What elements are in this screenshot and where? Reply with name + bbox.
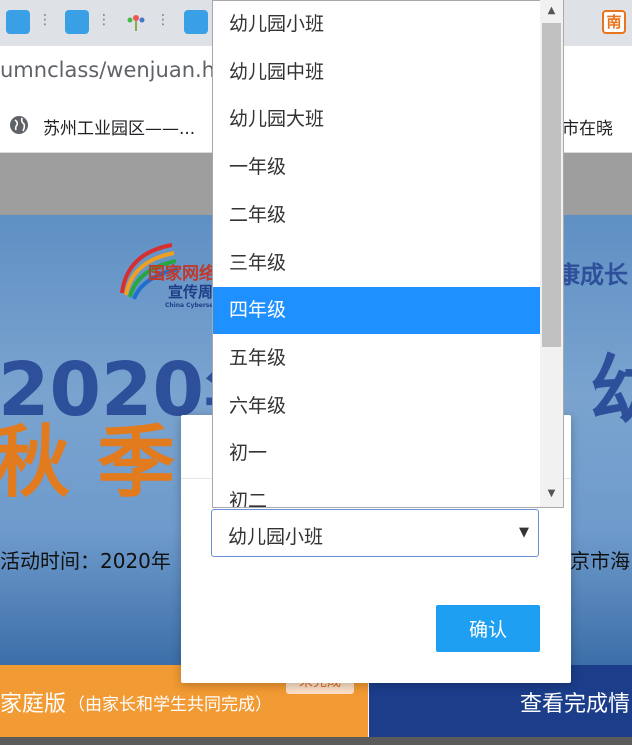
banner-health-text: 康成长 — [556, 261, 628, 289]
tab-menu-icon[interactable]: ⋮ — [38, 12, 52, 28]
banner-autumn-title: 秋 季 — [0, 418, 176, 508]
dropdown-option[interactable]: 一年级 — [213, 144, 541, 191]
tab-favicon-icon[interactable] — [65, 10, 89, 34]
dropdown-option[interactable]: 二年级 — [213, 192, 541, 239]
dropdown-option[interactable]: 四年级 — [213, 287, 541, 335]
south-tab-icon[interactable]: 南 — [602, 10, 626, 34]
scrollbar-thumb[interactable] — [542, 23, 561, 347]
tab-favicon-icon[interactable] — [184, 10, 208, 34]
scroll-up-icon[interactable]: ▲ — [540, 0, 563, 22]
dropdown-option[interactable]: 六年级 — [213, 383, 541, 430]
dropdown-option[interactable]: 三年级 — [213, 240, 541, 287]
tab-favicon-icon[interactable] — [6, 10, 30, 34]
family-edition-title: 家庭版 — [0, 692, 67, 717]
dropdown-option[interactable]: 初一 — [213, 430, 541, 477]
dropdown-option[interactable]: 幼儿园小班 — [213, 1, 541, 48]
confirm-button[interactable]: 确认 — [436, 605, 540, 652]
activity-time: 活动时间：2020年 — [0, 549, 171, 573]
family-edition-subtitle: （由家长和学生共同完成） — [68, 695, 272, 715]
dropdown-option[interactable]: 幼儿园中班 — [213, 49, 541, 96]
tab-menu-icon[interactable]: ⋮ — [97, 12, 111, 28]
chevron-down-icon: ▼ — [519, 525, 529, 540]
dropdown-option[interactable]: 初二 — [213, 478, 541, 507]
grade-select-value: 幼儿园小班 — [228, 526, 324, 548]
tree-icon[interactable] — [124, 10, 148, 34]
scroll-down-icon[interactable]: ▼ — [540, 483, 563, 505]
org-name-line2: 宣传周 — [168, 283, 214, 301]
dropdown-option[interactable]: 幼儿园大班 — [213, 96, 541, 143]
activity-location: 京市海 — [570, 549, 630, 573]
tab-menu-icon[interactable]: ⋮ — [156, 12, 170, 28]
banner-right-title: 幼 — [590, 347, 632, 433]
grade-dropdown-list: 幼儿园小班 幼儿园中班 幼儿园大班 一年级 二年级 三年级 四年级 五年级 六年级 初一 初二 — [212, 0, 564, 508]
page-footer-strip — [0, 737, 632, 745]
address-url[interactable]: umnclass/wenjuan.htm — [0, 58, 244, 82]
bookmark-item[interactable]: 苏州工业园区——... — [43, 114, 195, 139]
view-completion-label: 查看完成情 — [520, 692, 631, 717]
globe-icon — [10, 116, 28, 134]
dropdown-option[interactable]: 五年级 — [213, 335, 541, 382]
